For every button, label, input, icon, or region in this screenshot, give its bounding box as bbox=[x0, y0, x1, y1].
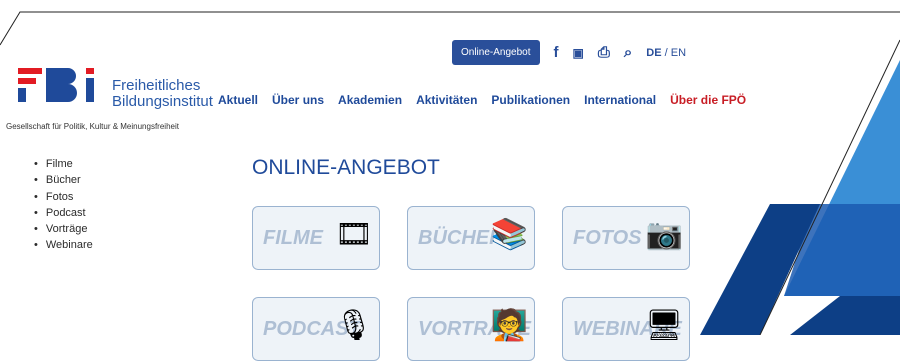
sidebar-item-podcast[interactable]: Podcast bbox=[34, 207, 93, 223]
tagline: Gesellschaft für Politik, Kultur & Meinu… bbox=[6, 122, 179, 131]
nav-aktivitaeten[interactable]: Aktivitäten bbox=[416, 93, 477, 107]
video-grid-icon: 🖥 bbox=[644, 309, 683, 342]
nav-publikationen[interactable]: Publikationen bbox=[491, 93, 570, 107]
sidebar-item-webinare[interactable]: Webinare bbox=[34, 239, 93, 255]
sidebar-item-filme[interactable]: Filme bbox=[34, 158, 93, 174]
card-webinare[interactable]: WEBINARE 🖥 bbox=[562, 297, 690, 361]
nav-international[interactable]: International bbox=[584, 93, 656, 107]
fbi-logo[interactable]: Freiheitliches Bildungsinstitut bbox=[18, 66, 213, 126]
sidebar-item-vortraege[interactable]: Vorträge bbox=[34, 223, 93, 239]
sidebar-menu: Filme Bücher Fotos Podcast Vorträge Webi… bbox=[34, 158, 93, 256]
youtube-icon[interactable]: ▣ bbox=[573, 46, 584, 60]
main-navigation: Aktuell Über uns Akademien Aktivitäten P… bbox=[218, 93, 760, 107]
lang-en[interactable]: EN bbox=[671, 47, 686, 59]
search-icon[interactable]: ⌕ bbox=[624, 44, 632, 61]
card-filme[interactable]: FILME 🎞 bbox=[252, 206, 380, 270]
page-title: ONLINE-ANGEBOT bbox=[252, 156, 440, 179]
background-decoration bbox=[0, 11, 900, 335]
top-utility-bar: Online-Angebot f ▣ ⎙ ⌕ DE / EN bbox=[452, 40, 686, 65]
sidebar-item-buecher[interactable]: Bücher bbox=[34, 174, 93, 190]
card-buecher[interactable]: BÜCHER 📚 bbox=[407, 206, 535, 270]
card-podcast[interactable]: PODCAST 🎙 bbox=[252, 297, 380, 361]
card-vortraege[interactable]: VORTRÄGE 🧑‍🏫 bbox=[407, 297, 535, 361]
fbi-logo-mark bbox=[18, 68, 94, 102]
nav-ueber-uns[interactable]: Über uns bbox=[272, 93, 324, 107]
card-label: FOTOS bbox=[573, 227, 642, 249]
speaker-podium-icon: 🧑‍🏫 bbox=[490, 309, 528, 342]
camera-icon: 📷 bbox=[645, 218, 683, 251]
lang-separator: / bbox=[664, 46, 668, 59]
film-reel-icon: 🎞 bbox=[334, 218, 373, 251]
logo-line-1: Freiheitliches bbox=[112, 77, 201, 94]
card-label: FILME bbox=[263, 227, 323, 249]
facebook-icon[interactable]: f bbox=[554, 44, 559, 61]
sidebar-item-fotos[interactable]: Fotos bbox=[34, 191, 93, 207]
print-icon[interactable]: ⎙ bbox=[598, 44, 610, 61]
online-angebot-button[interactable]: Online-Angebot bbox=[452, 40, 540, 65]
lang-de[interactable]: DE bbox=[646, 47, 661, 59]
card-fotos[interactable]: FOTOS 📷 bbox=[562, 206, 690, 270]
nav-akademien[interactable]: Akademien bbox=[338, 93, 402, 107]
nav-aktuell[interactable]: Aktuell bbox=[218, 93, 258, 107]
language-switch[interactable]: DE / EN bbox=[646, 47, 686, 59]
nav-ueber-die-fpoe[interactable]: Über die FPÖ bbox=[670, 93, 746, 107]
microphone-icon: 🎙 bbox=[334, 309, 373, 342]
books-icon: 📚 bbox=[490, 218, 528, 251]
logo-line-2: Bildungsinstitut bbox=[112, 93, 213, 110]
